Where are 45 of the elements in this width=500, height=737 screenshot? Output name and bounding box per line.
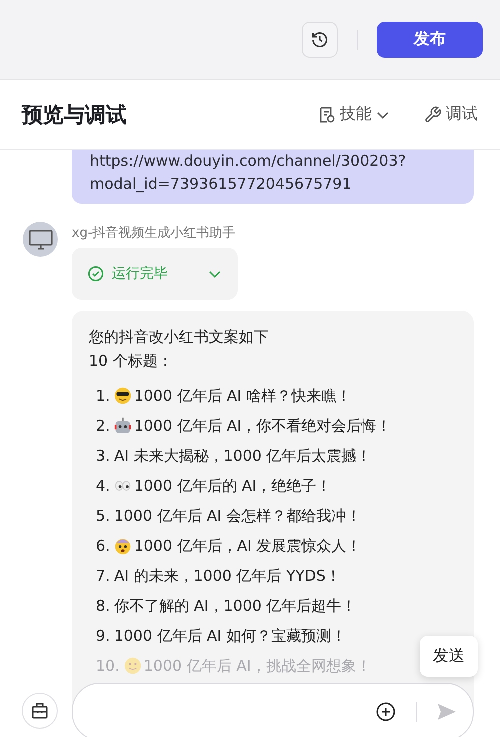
debug-button[interactable]: 调试 <box>424 104 478 125</box>
check-circle-icon <box>88 266 104 282</box>
toolbox-button[interactable] <box>22 693 58 729</box>
answer-text: 10 个标题： <box>89 351 174 372</box>
title-text: 1000 亿年后 AI，挑战全网想象！ <box>144 656 372 676</box>
list-number: 2. <box>96 417 110 435</box>
panel-title: 预览与调试 <box>22 102 128 128</box>
history-icon <box>311 30 329 48</box>
answer-text: 您的抖音改小红书文案如下 <box>89 327 270 348</box>
list-number: 10. <box>96 657 120 675</box>
title-text: 1000 亿年后 AI 啥样？快来瞧！ <box>134 386 352 406</box>
skills-menu-button[interactable]: 技能 <box>318 104 390 125</box>
robot-icon <box>114 417 132 435</box>
title-text: AI 未来大揭秘，1000 亿年后太震撼！ <box>114 446 372 466</box>
title-text: 1000 亿年后 AI 会怎样？都给我冲！ <box>114 506 362 526</box>
title-text: 你不了解的 AI，1000 亿年后超牛！ <box>114 596 357 616</box>
title-text: 1000 亿年后的 AI，绝绝子！ <box>134 476 332 496</box>
send-icon <box>437 703 457 721</box>
plus-circle-icon <box>376 702 396 722</box>
list-number: 9. <box>96 627 110 645</box>
list-number: 4. <box>96 477 110 495</box>
publish-button[interactable]: 发布 <box>377 22 483 58</box>
list-number: 6. <box>96 537 110 555</box>
add-button[interactable] <box>376 702 396 722</box>
title-text: 1000 亿年后 AI 如何？宝藏预测！ <box>114 626 346 646</box>
user-message: https://www.douyin.com/channel/300203? modal_id=7393615772045675791 <box>72 150 474 204</box>
toolbox-icon <box>31 702 49 720</box>
history-button[interactable] <box>302 22 338 58</box>
list-number: 5. <box>96 507 110 525</box>
document-gear-icon <box>318 106 336 124</box>
list-number: 7. <box>96 567 110 585</box>
sunglasses-face-icon <box>114 387 132 405</box>
list-number: 3. <box>96 447 110 465</box>
message-input[interactable] <box>72 683 474 737</box>
title-text: AI 的未来，1000 亿年后 YYDS！ <box>114 566 341 586</box>
title-text: 1000 亿年后 AI，你不看绝对会后悔！ <box>134 416 392 436</box>
monitor-icon <box>28 228 52 250</box>
wrench-icon <box>424 106 442 124</box>
title-text: 1000 亿年后，AI 发展震惊众人！ <box>134 536 362 556</box>
list-number: 1. <box>96 387 110 405</box>
shocked-face-icon <box>114 537 132 555</box>
list-number: 8. <box>96 597 110 615</box>
smiley-face-icon <box>124 657 142 675</box>
bot-name: xg-抖音视频生成小红书助手 <box>72 225 237 242</box>
send-tooltip: 发送 <box>420 636 478 677</box>
